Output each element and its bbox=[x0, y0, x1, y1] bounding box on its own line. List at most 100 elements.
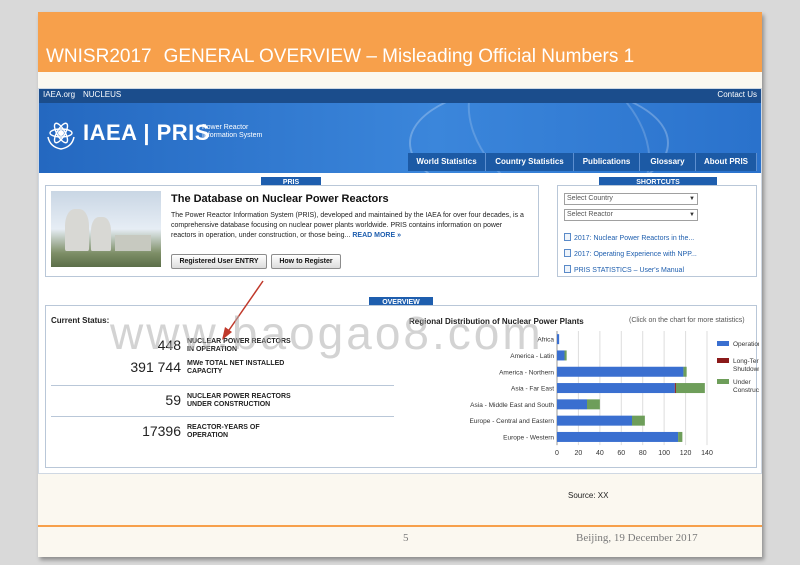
description-text: The Power Reactor Information System (PR… bbox=[171, 212, 524, 239]
bar-segment[interactable] bbox=[674, 383, 676, 394]
site-logo-subtitle: Power Reactor Information System bbox=[202, 124, 263, 139]
cooling-tower-image bbox=[65, 209, 89, 251]
chart-subtitle: (Click on the chart for more statistics) bbox=[629, 317, 745, 324]
legend-label: Operational bbox=[733, 341, 759, 348]
stat-reactor-years-label: REACTOR-YEARS OF OPERATION bbox=[187, 424, 260, 440]
stat-label-line: UNDER CONSTRUCTION bbox=[187, 401, 271, 408]
stat-capacity-label: MWe TOTAL NET INSTALLED CAPACITY bbox=[187, 360, 284, 376]
category-label: Europe - Central and Eastern bbox=[469, 418, 554, 425]
pris-website-screenshot: IAEA.org NUCLEUS Contact Us IAEA | PRIS … bbox=[38, 88, 762, 474]
document-icon bbox=[564, 249, 571, 257]
select-reactor-value: Select Reactor bbox=[567, 211, 613, 218]
slide-code: WNISR2017 bbox=[46, 46, 152, 67]
watermark: www.baogao8.com bbox=[110, 307, 544, 359]
shortcut-link-users-manual[interactable]: PRIS STATISTICS – User's Manual bbox=[564, 265, 684, 274]
shortcut-label: PRIS STATISTICS – User's Manual bbox=[574, 267, 684, 274]
stat-label-line: MWe TOTAL NET INSTALLED bbox=[187, 360, 285, 367]
shortcut-link-operating-experience[interactable]: 2017: Operating Experience with NPP... bbox=[564, 249, 697, 258]
bar-segment[interactable] bbox=[557, 383, 675, 394]
shortcut-link-reactors[interactable]: 2017: Nuclear Power Reactors in the... bbox=[564, 233, 694, 242]
shortcut-label: 2017: Operating Experience with NPP... bbox=[574, 251, 697, 258]
site-logo[interactable]: IAEA | PRIS bbox=[83, 120, 210, 146]
category-label: Asia - Middle East and South bbox=[470, 402, 554, 409]
slide-header: WNISR2017 GENERAL OVERVIEW – Misleading O… bbox=[38, 12, 762, 72]
bar-segment[interactable] bbox=[557, 334, 560, 345]
legend-label: Under bbox=[733, 379, 752, 386]
how-to-register-button[interactable]: How to Register bbox=[271, 254, 341, 269]
x-tick-label: 20 bbox=[575, 450, 583, 457]
slide-title-text: GENERAL OVERVIEW – Misleading Official N… bbox=[163, 46, 635, 67]
chevron-down-icon: ▼ bbox=[689, 212, 695, 218]
shortcut-label: 2017: Nuclear Power Reactors in the... bbox=[574, 235, 695, 242]
bar-segment[interactable] bbox=[557, 399, 587, 410]
slide-title: WNISR2017 GENERAL OVERVIEW – Misleading O… bbox=[46, 46, 634, 68]
stats-divider bbox=[51, 416, 394, 417]
stat-label-line: REACTOR-YEARS OF bbox=[187, 424, 260, 431]
link-iaea-org[interactable]: IAEA.org bbox=[43, 90, 75, 99]
x-tick-label: 40 bbox=[596, 450, 604, 457]
x-tick-label: 120 bbox=[680, 450, 692, 457]
iaea-emblem-icon bbox=[47, 122, 75, 150]
menu-glossary[interactable]: Glossary bbox=[640, 153, 696, 171]
legend-swatch bbox=[717, 341, 729, 346]
bar-segment[interactable] bbox=[678, 431, 683, 442]
x-tick-label: 140 bbox=[701, 450, 713, 457]
stats-divider bbox=[51, 385, 394, 386]
document-icon bbox=[564, 265, 571, 273]
bar-segment[interactable] bbox=[557, 415, 632, 426]
stat-capacity-value: 391 744 bbox=[130, 359, 181, 375]
chevron-down-icon: ▼ bbox=[689, 196, 695, 202]
page-number: 5 bbox=[403, 532, 409, 544]
stat-label-line: CAPACITY bbox=[187, 368, 223, 375]
legend-swatch bbox=[717, 358, 729, 363]
source-note: Source: XX bbox=[568, 491, 609, 500]
legend-label: Long-Term bbox=[733, 358, 759, 365]
x-tick-label: 100 bbox=[658, 450, 670, 457]
link-contact-us[interactable]: Contact Us bbox=[717, 90, 757, 99]
bar-segment[interactable] bbox=[587, 399, 600, 410]
stat-label-line: NUCLEAR POWER REACTORS bbox=[187, 393, 291, 400]
legend-label: Shutdown bbox=[733, 366, 759, 373]
bar-segment[interactable] bbox=[675, 383, 705, 394]
registered-user-entry-button[interactable]: Registered User ENTRY bbox=[171, 254, 267, 269]
site-banner: IAEA | PRIS Power Reactor Information Sy… bbox=[39, 103, 761, 173]
category-label: Europe - Western bbox=[503, 434, 554, 441]
stat-label-line: OPERATION bbox=[187, 432, 229, 439]
select-reactor-dropdown[interactable]: Select Reactor ▼ bbox=[564, 209, 698, 221]
read-more-link[interactable]: READ MORE » bbox=[352, 232, 401, 239]
x-tick-label: 80 bbox=[639, 450, 647, 457]
stat-under-construction-label: NUCLEAR POWER REACTORS UNDER CONSTRUCTION bbox=[187, 393, 291, 409]
x-tick-label: 60 bbox=[617, 450, 625, 457]
current-status-heading: Current Status: bbox=[51, 316, 110, 325]
link-nucleus[interactable]: NUCLEUS bbox=[83, 90, 121, 99]
pris-panel-description: The Power Reactor Information System (PR… bbox=[171, 211, 529, 241]
slide: WNISR2017 GENERAL OVERVIEW – Misleading O… bbox=[38, 12, 762, 557]
menu-about-pris[interactable]: About PRIS bbox=[696, 153, 757, 171]
bar-segment[interactable] bbox=[632, 415, 645, 426]
footer-divider bbox=[38, 525, 762, 527]
stat-reactor-years-value: 17396 bbox=[142, 423, 181, 439]
top-nav-bar: IAEA.org NUCLEUS Contact Us bbox=[39, 89, 761, 103]
category-label: Asia - Far East bbox=[511, 386, 554, 393]
menu-world-statistics[interactable]: World Statistics bbox=[408, 153, 486, 171]
bar-segment[interactable] bbox=[557, 366, 684, 377]
bar-segment[interactable] bbox=[557, 350, 565, 361]
x-tick-label: 0 bbox=[555, 450, 559, 457]
document-icon bbox=[564, 233, 571, 241]
cooling-tower-image bbox=[91, 217, 111, 251]
menu-country-statistics[interactable]: Country Statistics bbox=[486, 153, 574, 171]
bar-segment[interactable] bbox=[564, 350, 567, 361]
bar-segment[interactable] bbox=[683, 366, 687, 377]
bar-segment[interactable] bbox=[557, 431, 679, 442]
pris-panel-title: The Database on Nuclear Power Reactors bbox=[171, 193, 389, 205]
select-country-value: Select Country bbox=[567, 195, 613, 202]
menu-publications[interactable]: Publications bbox=[574, 153, 640, 171]
select-country-dropdown[interactable]: Select Country ▼ bbox=[564, 193, 698, 205]
reactor-building-image bbox=[115, 235, 151, 251]
footer-location-date: Beijing, 19 December 2017 bbox=[576, 532, 698, 544]
legend-swatch bbox=[717, 379, 729, 384]
stat-under-construction-value: 59 bbox=[165, 392, 181, 408]
category-label: America - Northern bbox=[499, 369, 554, 376]
reactor-photo bbox=[51, 191, 161, 267]
legend-label: Construction bbox=[733, 387, 759, 394]
